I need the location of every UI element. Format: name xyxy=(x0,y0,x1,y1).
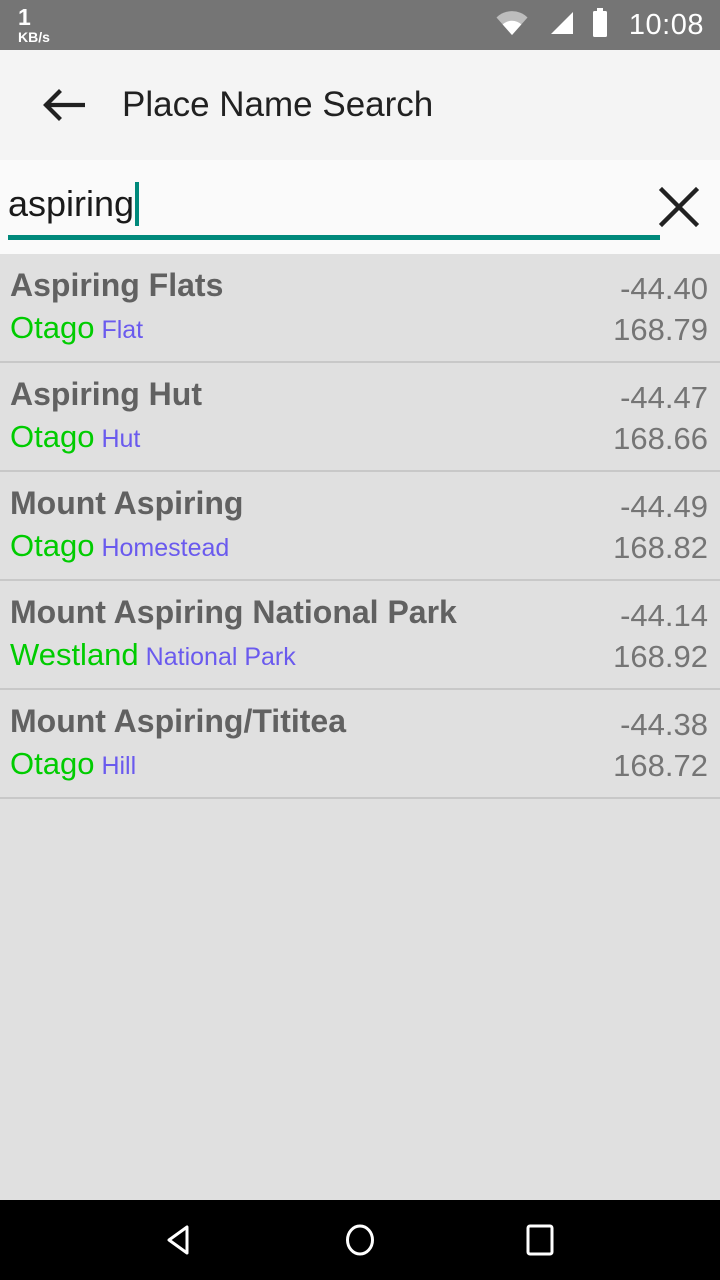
battery-icon xyxy=(591,7,609,43)
result-row[interactable]: Mount Aspiring National Park Westland Nati… xyxy=(0,581,720,690)
result-longitude: 168.79 xyxy=(613,312,708,348)
android-navigation-bar xyxy=(0,1200,720,1280)
text-caret xyxy=(135,182,140,226)
result-feature-type: Hut xyxy=(101,424,141,453)
network-speed-value: 1 xyxy=(18,4,31,30)
result-region: Otago xyxy=(10,309,95,345)
result-coordinates: -44.40 168.79 xyxy=(613,268,708,350)
cell-signal-icon xyxy=(545,10,575,41)
result-row[interactable]: Mount Aspiring Otago Homestead -44.49 168.82 xyxy=(0,472,720,581)
result-feature-type: Flat xyxy=(101,315,144,344)
result-longitude: 168.92 xyxy=(613,639,708,675)
result-feature-type: Homestead xyxy=(101,533,230,562)
result-longitude: 168.72 xyxy=(613,748,708,784)
result-feature-type: National Park xyxy=(145,642,296,671)
result-meta: Otago Hill xyxy=(10,746,520,782)
result-meta: Otago Hut xyxy=(10,419,520,455)
result-latitude: -44.38 xyxy=(620,707,708,742)
nav-back-triangle-icon[interactable] xyxy=(145,1205,215,1275)
result-meta: Otago Homestead xyxy=(10,528,520,564)
result-place-name: Mount Aspiring National Park xyxy=(10,594,457,630)
search-input-content: aspiring xyxy=(8,180,140,228)
search-bar: aspiring xyxy=(0,160,720,254)
app-bar: Place Name Search xyxy=(0,50,720,160)
search-input[interactable]: aspiring xyxy=(8,174,660,240)
result-row-text: Aspiring Flats Otago Flat xyxy=(10,267,520,346)
status-bar-clock: 10:08 xyxy=(628,8,704,41)
result-region: Otago xyxy=(10,527,95,563)
nav-recents-square-icon[interactable] xyxy=(505,1205,575,1275)
result-place-name: Mount Aspiring/Tititea xyxy=(10,703,346,739)
result-coordinates: -44.14 168.92 xyxy=(613,595,708,677)
result-coordinates: -44.38 168.72 xyxy=(613,704,708,786)
back-arrow-icon[interactable] xyxy=(34,76,92,134)
result-meta: Westland National Park xyxy=(10,637,520,673)
result-row[interactable]: Aspiring Hut Otago Hut -44.47 168.66 xyxy=(0,363,720,472)
search-input-underline xyxy=(8,235,660,240)
result-latitude: -44.14 xyxy=(620,598,708,633)
result-place-name: Aspiring Flats xyxy=(10,267,224,303)
result-region: Otago xyxy=(10,418,95,454)
network-speed-unit: KB/s xyxy=(18,29,50,45)
search-input-value: aspiring xyxy=(8,183,135,224)
result-meta: Otago Flat xyxy=(10,310,520,346)
result-region: Westland xyxy=(10,636,139,672)
nav-home-circle-icon[interactable] xyxy=(325,1205,395,1275)
result-longitude: 168.66 xyxy=(613,421,708,457)
result-place-name: Mount Aspiring xyxy=(10,485,244,521)
result-row-text: Mount Aspiring Otago Homestead xyxy=(10,485,520,564)
close-icon[interactable] xyxy=(648,176,710,238)
phone-screen: 1 KB/s 10:08 Place Name Search aspiring … xyxy=(0,0,720,1280)
result-region: Otago xyxy=(10,745,95,781)
result-row-text: Mount Aspiring National Park Westland Nati… xyxy=(10,594,520,673)
result-row[interactable]: Mount Aspiring/Tititea Otago Hill -44.38 168… xyxy=(0,690,720,799)
status-bar: 1 KB/s 10:08 xyxy=(0,0,720,50)
network-speed-indicator: 1 KB/s xyxy=(18,4,50,45)
result-coordinates: -44.47 168.66 xyxy=(613,377,708,459)
search-results-list[interactable]: Aspiring Flats Otago Flat -44.40 168.79 Aspir… xyxy=(0,254,720,1200)
result-latitude: -44.40 xyxy=(620,271,708,306)
status-bar-icons: 10:08 xyxy=(495,7,704,43)
page-title: Place Name Search xyxy=(122,85,434,124)
wifi-icon xyxy=(495,10,529,41)
result-latitude: -44.47 xyxy=(620,380,708,415)
result-coordinates: -44.49 168.82 xyxy=(613,486,708,568)
result-place-name: Aspiring Hut xyxy=(10,376,202,412)
result-row[interactable]: Aspiring Flats Otago Flat -44.40 168.79 xyxy=(0,254,720,363)
result-feature-type: Hill xyxy=(101,751,137,780)
result-row-text: Aspiring Hut Otago Hut xyxy=(10,376,520,455)
result-row-text: Mount Aspiring/Tititea Otago Hill xyxy=(10,703,520,782)
result-longitude: 168.82 xyxy=(613,530,708,566)
result-latitude: -44.49 xyxy=(620,489,708,524)
